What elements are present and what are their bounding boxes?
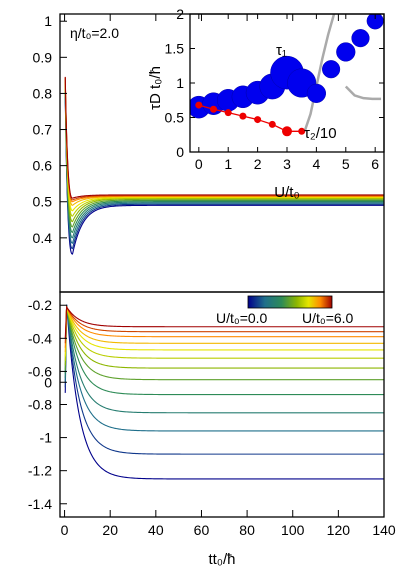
top-ytick-label: 0.7 — [33, 122, 53, 138]
inset-ytick-label: 0 — [176, 144, 184, 160]
top-ytick-label: 1 — [44, 13, 52, 29]
bottom-ytick-label: -0.2 — [28, 297, 52, 313]
top-annotation: η/t₀=2.0 — [70, 25, 119, 41]
bottom-ytick-label: -1 — [40, 430, 53, 446]
figure: 0 0.4 0.5 0.6 0.7 0.8 0.9 1 -0.2 -0.4 -0.6 -0.8 -1 -1… — [28, 6, 396, 568]
bottom-xtick-label: 40 — [148, 522, 164, 538]
bottom-ytick-label: -0.4 — [28, 330, 52, 346]
bottom-ytick-label: -0.6 — [28, 363, 52, 379]
bottom-xtick-label: 20 — [102, 522, 118, 538]
bottom-xtick-label: 80 — [239, 522, 255, 538]
top-ytick-label: 0.9 — [33, 49, 53, 65]
inset-ytick-label: 1 — [176, 75, 184, 91]
tau1-point — [351, 29, 370, 48]
bottom-xtick-label: 0 — [61, 522, 69, 538]
tau2-point — [282, 126, 292, 137]
tau2-point — [239, 112, 247, 120]
tau1-point — [306, 83, 326, 103]
bottom-xtick-label: 60 — [194, 522, 210, 538]
inset-ytick-label: 0.5 — [165, 110, 185, 126]
top-ytick-label: 0.6 — [33, 158, 53, 174]
tau2-point — [195, 101, 203, 109]
bottom-ytick-label: -1.4 — [28, 496, 52, 512]
top-ytick-label: 0.8 — [33, 85, 53, 101]
inset-ylabel: τD t₀/ħ — [147, 66, 164, 110]
colorbar-left-label: U/t₀=0.0 — [216, 310, 268, 326]
tau2-point — [224, 109, 232, 117]
bottom-xtick-label: 100 — [281, 522, 305, 538]
inset-xtick-label: 1 — [224, 156, 232, 172]
bottom-ytick-label: -0.8 — [28, 397, 52, 413]
tau1-point — [322, 60, 341, 79]
inset-xtick-label: 2 — [254, 156, 262, 172]
inset-xtick-label: 3 — [283, 156, 291, 172]
tau2-point — [268, 120, 276, 128]
top-ytick-label: 0.4 — [33, 230, 53, 246]
bottom-panel-curves — [64, 304, 384, 480]
colorbar — [247, 295, 333, 309]
tau2-point — [254, 116, 262, 124]
inset-xlabel: U/t₀ — [274, 184, 299, 201]
inset-xtick-label: 6 — [371, 156, 379, 172]
top-ytick-label: 0.5 — [33, 194, 53, 210]
colorbar-right-label: U/t₀=6.0 — [302, 310, 354, 326]
tau1-point — [336, 42, 356, 62]
inset-ytick-label: 2 — [176, 6, 184, 22]
bottom-xtick-label: 120 — [327, 522, 351, 538]
bottom-ytick-label: -1.2 — [28, 463, 52, 479]
inset-xtick-label: 5 — [342, 156, 350, 172]
tau2-point — [210, 105, 218, 113]
bottom-xtick-label: 140 — [372, 522, 396, 538]
inset-ytick-label: 1.5 — [165, 41, 185, 57]
inset-xtick-label: 4 — [312, 156, 320, 172]
tau1-label: τ₁ — [276, 42, 287, 59]
bottom-xlabel: tt₀/ħ — [208, 551, 235, 568]
inset-xtick-label: 0 — [195, 156, 203, 172]
tau2-label: τ₂/10 — [304, 125, 337, 142]
